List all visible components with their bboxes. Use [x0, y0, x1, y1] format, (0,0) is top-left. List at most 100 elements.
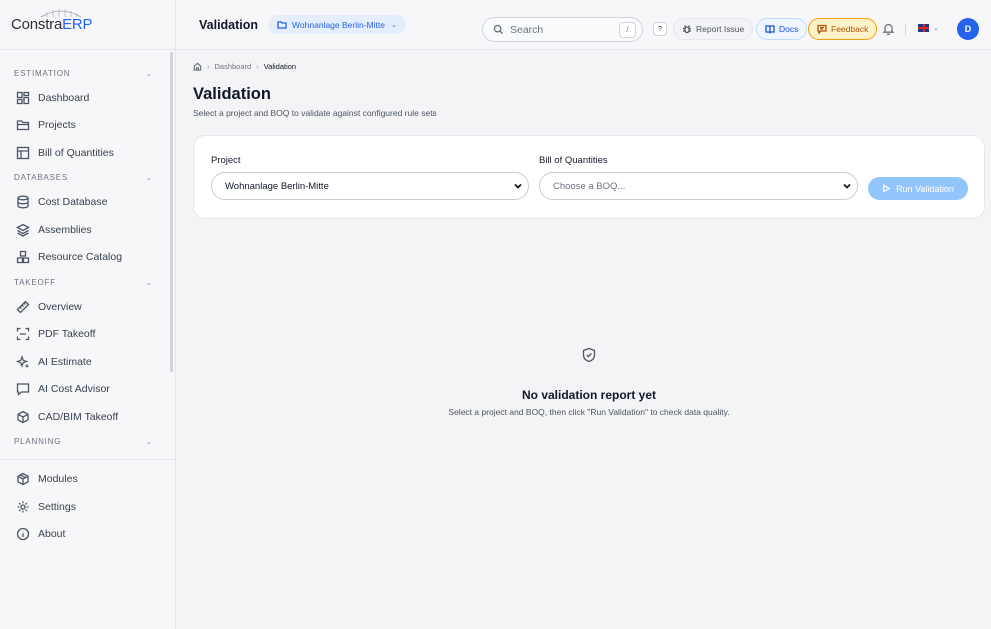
user-avatar[interactable]: D — [957, 18, 979, 40]
sidebar-item-dashboard[interactable]: Dashboard — [0, 84, 175, 112]
sidebar-item-label: About — [38, 528, 66, 541]
gear-icon — [17, 501, 29, 513]
breadcrumb-dashboard[interactable]: Dashboard — [215, 62, 252, 71]
boq-select-placeholder: Choose a BOQ... — [553, 180, 626, 192]
chevron-down-icon: ⌄ — [145, 277, 153, 287]
run-validation-label: Run Validation — [896, 183, 954, 194]
sidebar-item-label: Settings — [38, 500, 76, 513]
message-square-icon — [817, 24, 827, 34]
breadcrumb-separator: › — [207, 61, 210, 71]
topbar-divider — [905, 24, 906, 35]
search-placeholder: Search — [510, 23, 544, 36]
sidebar-item-label: Dashboard — [38, 91, 90, 104]
chevron-down-icon — [514, 182, 522, 190]
sparkles-icon — [16, 354, 29, 368]
sidebar-item-label: Cost Database — [38, 196, 108, 209]
logo-row: ConstraERP — [0, 0, 175, 50]
book-icon — [765, 25, 775, 34]
sidebar-item-label: Modules — [38, 473, 78, 486]
uk-flag-icon — [918, 24, 929, 32]
bell-icon — [882, 23, 895, 36]
search-icon — [493, 24, 504, 35]
sidebar-item-bill-of-quantities[interactable]: Bill of Quantities — [0, 139, 175, 167]
sidebar-item-overview[interactable]: Overview — [0, 293, 175, 321]
bug-icon — [683, 25, 691, 34]
report-issue-button[interactable]: Report Issue — [673, 18, 754, 40]
breadcrumb-separator: › — [256, 61, 259, 71]
sidebar: ConstraERP ESTIMATION ⌄ Dashboard Project… — [0, 0, 176, 629]
run-validation-button[interactable]: Run Validation — [868, 177, 968, 200]
topbar: Validation Wohnanlage Berlin-Mitte ⌄ Sea… — [176, 0, 991, 50]
boq-field-label: Bill of Quantities — [539, 155, 608, 166]
chevron-down-icon: ⌄ — [145, 437, 153, 446]
sidebar-nav: ESTIMATION ⌄ Dashboard Projects Bill of Q… — [0, 50, 175, 548]
sidebar-item-label: AI Estimate — [38, 355, 92, 368]
ruler-icon — [16, 300, 30, 314]
breadcrumb-current: Validation — [263, 61, 297, 71]
feedback-button[interactable]: Feedback — [808, 18, 878, 40]
page-subtitle: Select a project and BOQ to validate aga… — [193, 108, 437, 118]
layers-icon — [16, 223, 30, 237]
play-icon — [883, 184, 891, 193]
docs-button[interactable]: Docs — [756, 18, 808, 40]
table-icon — [16, 146, 30, 159]
docs-label: Docs — [779, 24, 799, 34]
shield-check-icon — [193, 347, 985, 366]
sidebar-item-ai-cost-advisor[interactable]: AI Cost Advisor — [0, 376, 175, 404]
boxes-icon — [16, 251, 30, 264]
main-area: Validation Wohnanlage Berlin-Mitte ⌄ Sea… — [176, 0, 991, 629]
project-select[interactable]: Wohnanlage Berlin-Mitte — [211, 172, 529, 200]
sidebar-item-settings[interactable]: Settings — [0, 493, 175, 521]
search-shortcut-key: / — [619, 22, 636, 38]
scan-icon — [16, 328, 30, 341]
sidebar-item-about[interactable]: About — [0, 521, 175, 549]
empty-state-title: No validation report yet — [521, 388, 657, 402]
sidebar-item-modules[interactable]: Modules — [0, 466, 175, 494]
section-estimation[interactable]: ESTIMATION ⌄ — [0, 62, 175, 84]
project-selector-chip[interactable]: Wohnanlage Berlin-Mitte ⌄ — [268, 15, 406, 34]
breadcrumb: › Dashboard › Validation — [193, 60, 985, 72]
section-databases[interactable]: DATABASES ⌄ — [0, 167, 175, 189]
search-input[interactable]: Search / — [482, 17, 643, 42]
sidebar-item-assemblies[interactable]: Assemblies — [0, 216, 175, 244]
feedback-label: Feedback — [831, 24, 869, 34]
sidebar-divider — [0, 458, 175, 460]
chat-icon — [16, 383, 30, 397]
bridge-logo-icon — [40, 9, 82, 18]
sidebar-item-cad-bim-takeoff[interactable]: CAD/BIM Takeoff — [0, 403, 175, 431]
sidebar-item-label: AI Cost Advisor — [38, 383, 110, 396]
sidebar-item-pdf-takeoff[interactable]: PDF Takeoff — [0, 321, 175, 349]
chevron-down-icon: ⌄ — [933, 25, 939, 32]
notifications-button[interactable] — [882, 22, 895, 38]
sidebar-scrollbar[interactable] — [170, 52, 173, 372]
empty-state-message: Select a project and BOQ, then click "Ru… — [448, 407, 730, 417]
section-takeoff[interactable]: TAKEOFF ⌄ — [0, 271, 175, 293]
sidebar-item-ai-estimate[interactable]: AI Estimate — [0, 348, 175, 376]
sidebar-item-label: Projects — [38, 119, 76, 132]
section-planning[interactable]: PLANNING ⌄ — [0, 431, 175, 453]
app-logo[interactable]: ConstraERP — [11, 9, 93, 33]
chevron-down-icon: ⌄ — [145, 68, 153, 78]
language-selector[interactable]: ⌄ — [918, 24, 939, 32]
project-field-label: Project — [211, 155, 241, 166]
sidebar-item-resource-catalog[interactable]: Resource Catalog — [0, 244, 175, 272]
home-icon[interactable] — [193, 62, 202, 71]
page-title: Validation — [193, 85, 271, 103]
help-button[interactable]: ? — [653, 22, 667, 36]
boq-select[interactable]: Choose a BOQ... — [539, 172, 858, 200]
sidebar-item-label: Resource Catalog — [38, 251, 123, 264]
package-icon — [17, 473, 29, 486]
section-label: PLANNING — [14, 437, 62, 446]
sidebar-item-label: PDF Takeoff — [38, 328, 96, 341]
folder-icon — [16, 120, 30, 131]
validation-form-card: Project Wohnanlage Berlin-Mitte Bill of … — [193, 135, 985, 219]
app-root: ConstraERP ESTIMATION ⌄ Dashboard Project… — [0, 0, 991, 629]
chevron-down-icon: ⌄ — [145, 173, 153, 182]
folder-icon — [277, 20, 287, 29]
chevron-down-icon — [843, 182, 851, 190]
sidebar-item-label: Bill of Quantities — [38, 146, 114, 159]
sidebar-item-label: Assemblies — [38, 223, 92, 236]
sidebar-item-projects[interactable]: Projects — [0, 112, 175, 140]
info-icon — [16, 528, 30, 541]
sidebar-item-cost-database[interactable]: Cost Database — [0, 189, 175, 217]
